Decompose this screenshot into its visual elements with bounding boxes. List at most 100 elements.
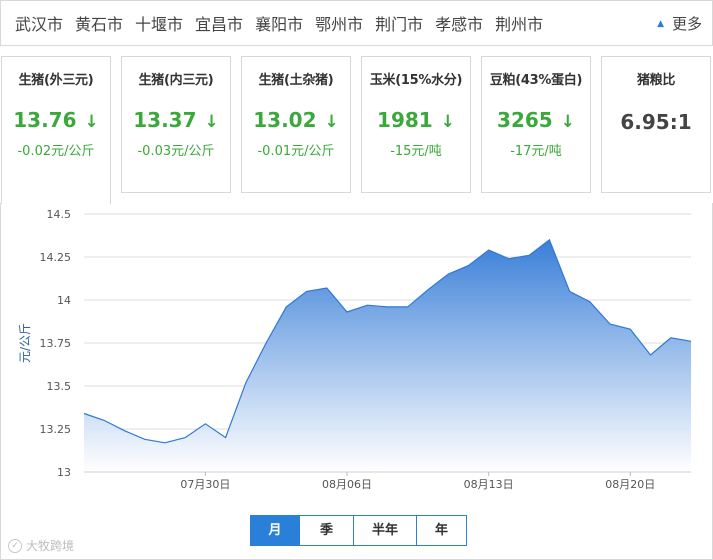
city-bar: 武汉市 黄石市 十堰市 宜昌市 襄阳市 鄂州市 荆门市 孝感市 荆州市 ▲ 更多: [0, 0, 713, 46]
data-point: [366, 304, 368, 306]
data-point: [629, 328, 631, 330]
card-price: 13.02 ↓: [242, 108, 350, 132]
card-title: 生猪(土杂猪): [258, 73, 334, 88]
data-point: [407, 306, 409, 308]
card-price-value: 13.02: [253, 108, 317, 132]
data-point: [427, 289, 429, 291]
more-label: 更多: [671, 15, 702, 33]
card-price-value: 13.76: [13, 108, 77, 132]
data-point: [447, 273, 449, 275]
card-price-value: 1981: [377, 108, 433, 132]
data-point: [568, 290, 570, 292]
city-tab[interactable]: 荆州市: [495, 11, 543, 35]
card-title: 生猪(外三元): [18, 73, 94, 88]
data-point: [204, 423, 206, 425]
data-point: [305, 290, 307, 292]
data-point: [83, 412, 85, 414]
arrow-down-icon: ↓: [84, 112, 99, 132]
price-cards: 生猪(外三元) 13.76 ↓ -0.02元/公斤 生猪(内三元) 13.37 ↓ -0.03…: [0, 56, 713, 204]
range-tab[interactable]: 月: [251, 516, 300, 545]
data-point: [245, 381, 247, 383]
y-tick-label: 14.25: [40, 251, 72, 264]
y-tick-label: 14.5: [47, 208, 72, 221]
city-tab[interactable]: 荆门市: [375, 11, 423, 35]
card-change: -0.02元/公斤: [17, 144, 95, 159]
data-point: [164, 442, 166, 444]
range-tab[interactable]: 年: [417, 516, 466, 545]
triangle-up-icon: ▲: [657, 18, 664, 29]
x-tick-label: 07月30日: [180, 478, 230, 491]
more-button[interactable]: ▲ 更多: [657, 13, 702, 34]
arrow-down-icon: ↓: [324, 112, 339, 132]
card-price: 6.95:1: [602, 110, 710, 134]
y-tick-label: 14: [57, 294, 71, 307]
price-card[interactable]: 猪粮比 6.95:1: [601, 56, 711, 193]
card-price-value: 13.37: [133, 108, 197, 132]
y-tick-label: 13.75: [40, 337, 72, 350]
price-card[interactable]: 生猪(土杂猪) 13.02 ↓ -0.01元/公斤: [241, 56, 351, 193]
arrow-down-icon: ↓: [560, 112, 575, 132]
data-point: [670, 337, 672, 339]
data-point: [326, 287, 328, 289]
city-tab[interactable]: 孝感市: [435, 11, 483, 35]
card-change: -0.01元/公斤: [257, 144, 335, 159]
data-point: [224, 436, 226, 438]
data-point: [589, 301, 591, 303]
data-point: [488, 249, 490, 251]
card-change: -15元/吨: [390, 144, 442, 159]
city-tab[interactable]: 襄阳市: [255, 11, 303, 35]
card-title: 猪粮比: [636, 73, 676, 88]
data-point: [467, 264, 469, 266]
data-point: [528, 254, 530, 256]
card-price: 13.76 ↓: [2, 108, 110, 132]
card-price-value: 3265: [497, 108, 553, 132]
card-title: 豆粕(43%蛋白): [489, 73, 583, 88]
y-tick-label: 13.5: [47, 380, 72, 393]
watermark-text: 大牧跨境: [26, 539, 75, 553]
arrow-down-icon: ↓: [440, 112, 455, 132]
data-point: [548, 239, 550, 241]
range-tab[interactable]: 季: [300, 516, 354, 545]
data-point: [508, 258, 510, 260]
city-tab[interactable]: 宜昌市: [195, 11, 243, 35]
data-point: [103, 419, 105, 421]
price-card[interactable]: 生猪(内三元) 13.37 ↓ -0.03元/公斤: [121, 56, 231, 193]
data-point: [144, 438, 146, 440]
card-price: 3265 ↓: [482, 108, 590, 132]
data-point: [285, 306, 287, 308]
card-change: -0.03元/公斤: [137, 144, 215, 159]
data-point: [609, 323, 611, 325]
city-list: 武汉市 黄石市 十堰市 宜昌市 襄阳市 鄂州市 荆门市 孝感市 荆州市: [9, 1, 549, 45]
card-title: 生猪(内三元): [138, 73, 214, 88]
range-tabs: 月季半年年: [250, 515, 467, 546]
y-tick-label: 13.25: [40, 423, 72, 436]
data-point: [123, 430, 125, 432]
y-axis-label: 元/公斤: [18, 323, 32, 363]
data-point: [649, 354, 651, 356]
card-title: 玉米(15%水分): [369, 73, 463, 88]
data-point: [386, 306, 388, 308]
price-card[interactable]: 玉米(15%水分) 1981 ↓ -15元/吨: [361, 56, 471, 193]
city-tab[interactable]: 鄂州市: [315, 11, 363, 35]
chart-panel: 13 13.25 13.5 13.75 14 14.25 14.5 07月30日 08月06日 0…: [0, 203, 713, 560]
card-change: -17元/吨: [510, 144, 562, 159]
card-price: 1981 ↓: [362, 108, 470, 132]
area-fill: [84, 239, 691, 472]
arrow-down-icon: ↓: [204, 112, 219, 132]
card-price-value: 6.95:1: [620, 110, 692, 134]
city-tab[interactable]: 黄石市: [75, 11, 123, 35]
range-tab[interactable]: 半年: [354, 516, 417, 545]
city-tab[interactable]: 武汉市: [15, 11, 63, 35]
x-tick-label: 08月20日: [605, 478, 655, 491]
data-point: [184, 436, 186, 438]
x-tick-label: 08月13日: [464, 478, 514, 491]
price-card[interactable]: 生猪(外三元) 13.76 ↓ -0.02元/公斤: [1, 56, 111, 204]
price-card[interactable]: 豆粕(43%蛋白) 3265 ↓ -17元/吨: [481, 56, 591, 193]
price-area-chart: 13 13.25 13.5 13.75 14 14.25 14.5 07月30日 08月06日 0…: [18, 208, 692, 491]
data-point: [346, 311, 348, 313]
city-tab[interactable]: 十堰市: [135, 11, 183, 35]
watermark: ✓ 大牧跨境: [8, 537, 74, 554]
x-tick-label: 08月06日: [322, 478, 372, 491]
card-price: 13.37 ↓: [122, 108, 230, 132]
data-point: [690, 340, 692, 342]
